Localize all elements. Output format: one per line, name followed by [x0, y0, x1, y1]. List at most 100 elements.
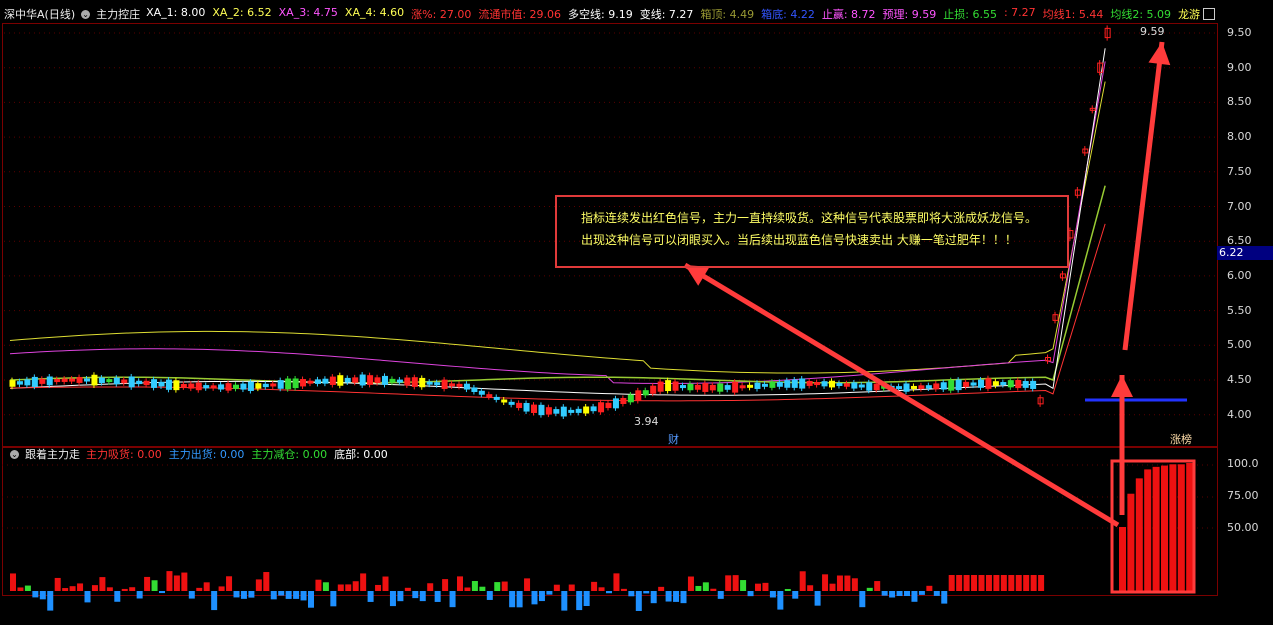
candle [672, 381, 679, 391]
lower-indicator-name[interactable]: 跟着主力走 [25, 446, 80, 462]
candle [501, 399, 508, 403]
candle [151, 379, 158, 388]
candle [329, 376, 336, 385]
indicator-bar [635, 591, 642, 611]
indicator-bar [568, 584, 575, 591]
candle [1022, 381, 1029, 388]
candle [791, 379, 798, 388]
price-tick: 5.50 [1227, 303, 1252, 317]
candle [247, 381, 254, 391]
candle [665, 380, 672, 392]
candle [605, 402, 612, 409]
indicator-bar [1000, 575, 1007, 591]
candle [396, 379, 403, 383]
indicator-bar [84, 591, 91, 603]
candle [843, 383, 850, 387]
candle [180, 384, 187, 388]
indicator-bar [971, 575, 978, 591]
candle [948, 380, 955, 391]
candle [419, 377, 426, 388]
candle [538, 404, 545, 416]
indicator-bar [218, 586, 225, 591]
low-price-label: 3.94 [634, 415, 659, 428]
indicator-bar [315, 579, 322, 591]
signal-bar [1177, 464, 1185, 591]
indicator-bar [159, 591, 165, 594]
candle [143, 380, 150, 386]
candle [568, 409, 575, 413]
indicator-bar [911, 591, 918, 602]
candle [218, 384, 225, 390]
candle [493, 396, 500, 400]
indicator-bar [792, 591, 799, 599]
candle [739, 385, 746, 389]
arrow-to-high [1122, 41, 1165, 351]
candle [277, 380, 284, 389]
indicator-bar [501, 581, 508, 591]
indicator-bar [322, 582, 329, 591]
candle [903, 383, 910, 392]
signal-bar [1161, 465, 1168, 591]
indicator-bar [576, 591, 583, 611]
indicator-bar [99, 577, 106, 591]
candle [54, 379, 61, 383]
candle [426, 381, 433, 385]
price-tick: 9.00 [1227, 60, 1252, 74]
candle [732, 381, 739, 393]
indicator-bar [583, 591, 590, 607]
indicator-bar [658, 586, 665, 591]
indicator-bar [293, 591, 300, 599]
candle [359, 374, 366, 386]
candle [553, 409, 560, 414]
candle [441, 379, 448, 389]
indicator-bar [471, 581, 478, 591]
indicator-bar [1023, 575, 1030, 591]
candle [657, 381, 664, 392]
indicator-bar [904, 591, 910, 597]
candle [836, 383, 843, 387]
candle [61, 378, 68, 382]
settings-icon[interactable]: ⌄ [10, 449, 19, 459]
candle [188, 383, 195, 389]
indicator-bar [360, 573, 367, 591]
annotation-line-1: 指标连续发出红色信号，主力一直持续吸货。这种信号代表股票即将大涨成妖龙信号。 [581, 211, 1038, 225]
price-tick: 9.50 [1227, 26, 1252, 39]
candle [851, 382, 858, 389]
candle [389, 378, 396, 383]
candle [970, 382, 977, 386]
indicator-bar [427, 583, 434, 591]
candle [702, 383, 709, 392]
indicator-bar [1008, 575, 1015, 591]
indicator-bar [91, 585, 98, 591]
indicator-bar [121, 588, 128, 591]
candle [411, 377, 418, 387]
annotation-line-2: 出现这种信号可以闭眼买入。当后续出现蓝色信号快速卖出 大赚一笔过肥年！！！ [581, 233, 1017, 247]
indicator-bar [732, 575, 739, 591]
indicator-bar [866, 587, 873, 591]
candle [575, 408, 582, 413]
indicator-bar [807, 585, 814, 591]
indicator-bar [963, 575, 970, 591]
indicator-bar [665, 591, 672, 602]
candle [367, 375, 374, 385]
indicator-bar [300, 591, 307, 601]
candle [985, 378, 992, 389]
candle [486, 394, 493, 398]
candle [829, 380, 835, 388]
candle [240, 383, 247, 390]
candle [1030, 380, 1037, 389]
indicator-bar [47, 591, 54, 611]
indicator-bar [643, 591, 650, 594]
candle [434, 382, 441, 386]
indicator-bar [755, 583, 761, 591]
indicator-bar [345, 584, 352, 591]
candle [687, 383, 694, 391]
candle [784, 380, 791, 388]
candle [814, 382, 821, 386]
price-chart[interactable] [0, 0, 1273, 625]
indicator-bar [747, 591, 754, 597]
indicator-bar [32, 591, 39, 598]
indicator-bar [546, 591, 553, 595]
candle [158, 381, 165, 387]
candle [620, 398, 627, 404]
